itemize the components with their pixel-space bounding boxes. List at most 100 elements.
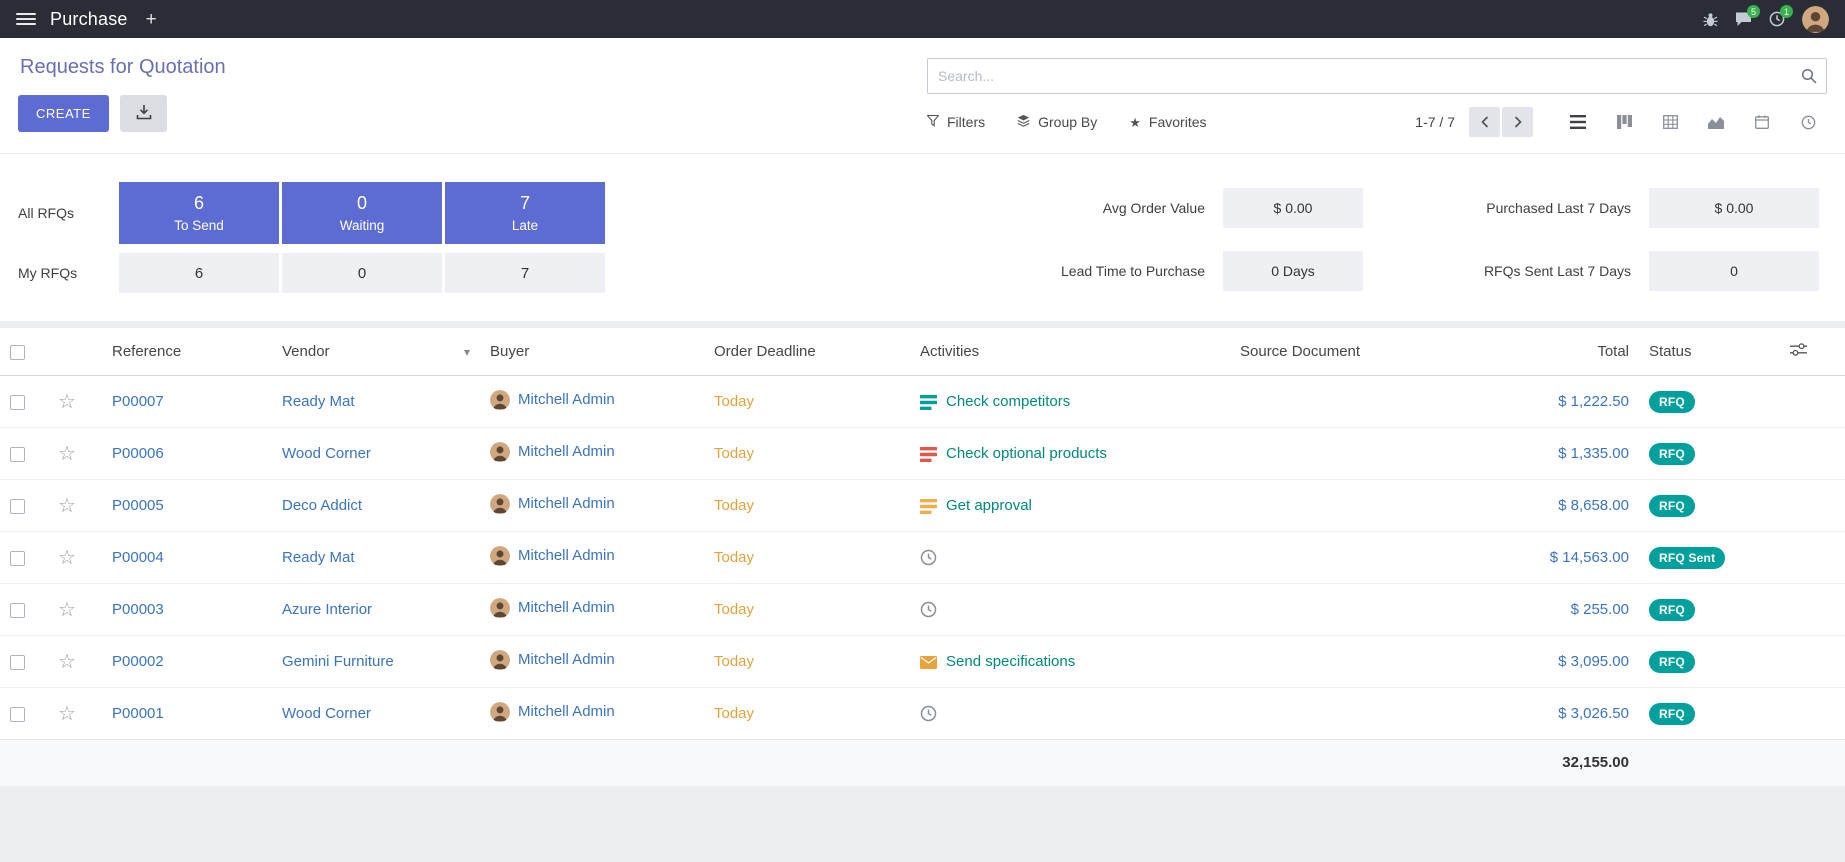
activity-clock-icon[interactable] xyxy=(920,705,937,722)
activity-list-icon[interactable] xyxy=(920,499,937,514)
pager-previous-button[interactable] xyxy=(1469,107,1500,137)
dash-late[interactable]: 7 Late xyxy=(445,182,605,244)
header-total[interactable]: Total xyxy=(1440,328,1639,376)
table-row[interactable]: ☆P00001Wood CornerMitchell AdminToday$ 3… xyxy=(0,688,1845,740)
activity-envelope-icon[interactable] xyxy=(920,656,937,669)
dash-waiting[interactable]: 0 Waiting xyxy=(282,182,442,244)
table-row[interactable]: ☆P00006Wood CornerMitchell AdminTodayChe… xyxy=(0,428,1845,480)
graph-view-icon[interactable] xyxy=(1697,107,1735,137)
favorite-star-icon[interactable]: ☆ xyxy=(58,547,76,569)
row-checkbox[interactable] xyxy=(10,447,25,462)
reference-link[interactable]: P00004 xyxy=(112,549,164,566)
activity-list-icon[interactable] xyxy=(920,395,937,410)
app-title[interactable]: Purchase xyxy=(50,9,128,30)
favorite-star-icon[interactable]: ☆ xyxy=(58,651,76,673)
reference-link[interactable]: P00005 xyxy=(112,497,164,514)
calendar-view-icon[interactable] xyxy=(1743,107,1781,137)
favorite-star-icon[interactable]: ☆ xyxy=(58,495,76,517)
header-activities[interactable]: Activities xyxy=(910,328,1230,376)
row-checkbox[interactable] xyxy=(10,655,25,670)
buyer-link[interactable]: Mitchell Admin xyxy=(518,703,615,720)
plus-icon[interactable]: + xyxy=(146,10,157,29)
vendor-link[interactable]: Gemini Furniture xyxy=(282,653,394,670)
buyer-link[interactable]: Mitchell Admin xyxy=(518,651,615,668)
row-checkbox[interactable] xyxy=(10,395,25,410)
stat-value: $ 0.00 xyxy=(1649,188,1819,228)
header-reference[interactable]: Reference xyxy=(102,328,272,376)
group-by-button[interactable]: Group By xyxy=(1017,114,1097,130)
reference-link[interactable]: P00001 xyxy=(112,705,164,722)
vendor-link[interactable]: Azure Interior xyxy=(282,601,372,618)
pager: 1-7 / 7 xyxy=(1415,107,1533,137)
optional-columns-icon[interactable] xyxy=(1790,343,1807,356)
activities-clock-icon[interactable]: 1 xyxy=(1769,11,1785,27)
pager-next-button[interactable] xyxy=(1502,107,1533,137)
reference-link[interactable]: P00003 xyxy=(112,601,164,618)
buyer-link[interactable]: Mitchell Admin xyxy=(518,547,615,564)
search-icon[interactable] xyxy=(1801,68,1817,89)
table-row[interactable]: ☆P00005Deco AddictMitchell AdminTodayGet… xyxy=(0,480,1845,532)
reference-link[interactable]: P00007 xyxy=(112,393,164,410)
reference-link[interactable]: P00002 xyxy=(112,653,164,670)
favorite-star-icon[interactable]: ☆ xyxy=(58,443,76,465)
header-status[interactable]: Status xyxy=(1639,328,1759,376)
row-checkbox[interactable] xyxy=(10,551,25,566)
row-checkbox[interactable] xyxy=(10,499,25,514)
row-checkbox[interactable] xyxy=(10,603,25,618)
table-row[interactable]: ☆P00007Ready MatMitchell AdminTodayCheck… xyxy=(0,376,1845,428)
favorite-star-icon[interactable]: ☆ xyxy=(58,599,76,621)
header-source-document[interactable]: Source Document xyxy=(1230,328,1440,376)
download-icon xyxy=(136,104,152,123)
activity-view-icon[interactable] xyxy=(1789,107,1827,137)
reference-link[interactable]: P00006 xyxy=(112,445,164,462)
header-buyer[interactable]: Buyer xyxy=(480,328,704,376)
buyer-link[interactable]: Mitchell Admin xyxy=(518,599,615,616)
table-row[interactable]: ☆P00003Azure InteriorMitchell AdminToday… xyxy=(0,584,1845,636)
apps-menu-icon[interactable] xyxy=(16,13,36,25)
vendor-link[interactable]: Ready Mat xyxy=(282,393,355,410)
debug-bug-icon[interactable] xyxy=(1703,12,1718,27)
table-row[interactable]: ☆P00004Ready MatMitchell AdminToday$ 14,… xyxy=(0,532,1845,584)
user-avatar[interactable] xyxy=(1802,6,1829,33)
favorite-cell: ☆ xyxy=(48,480,102,532)
row-checkbox[interactable] xyxy=(10,707,25,722)
footer-total: 32,155.00 xyxy=(1440,740,1639,786)
favorites-button[interactable]: ★ Favorites xyxy=(1129,114,1206,130)
vendor-link[interactable]: Deco Addict xyxy=(282,497,362,514)
favorite-star-icon[interactable]: ☆ xyxy=(58,703,76,725)
kanban-view-icon[interactable] xyxy=(1605,107,1643,137)
search-input[interactable] xyxy=(927,58,1827,94)
filters-button[interactable]: Filters xyxy=(927,114,985,130)
header-order-deadline[interactable]: Order Deadline xyxy=(704,328,910,376)
vendor-link[interactable]: Ready Mat xyxy=(282,549,355,566)
activity-clock-icon[interactable] xyxy=(920,601,937,618)
activity-label[interactable]: Send specifications xyxy=(946,653,1075,670)
source-document-cell xyxy=(1230,636,1440,688)
vendor-link[interactable]: Wood Corner xyxy=(282,445,371,462)
dash-my-waiting[interactable]: 0 xyxy=(282,253,442,293)
activity-label[interactable]: Check optional products xyxy=(946,445,1107,462)
table-row[interactable]: ☆ P00002 Gemini Furniture Mitchell Admin Tod… xyxy=(0,636,1845,688)
buyer-link[interactable]: Mitchell Admin xyxy=(518,443,615,460)
buyer-link[interactable]: Mitchell Admin xyxy=(518,495,615,512)
activity-clock-icon[interactable] xyxy=(920,549,937,566)
activity-label[interactable]: Check competitors xyxy=(946,393,1070,410)
dash-my-late[interactable]: 7 xyxy=(445,253,605,293)
order-deadline: Today xyxy=(714,653,754,670)
top-navbar: Purchase + 5 1 xyxy=(0,0,1845,38)
favorite-star-icon[interactable]: ☆ xyxy=(58,391,76,413)
messages-icon[interactable]: 5 xyxy=(1735,11,1752,27)
export-button[interactable] xyxy=(120,95,167,132)
header-vendor[interactable]: Vendor▾ xyxy=(272,328,480,376)
list-view-icon[interactable] xyxy=(1559,107,1597,137)
dash-my-to-send[interactable]: 6 xyxy=(119,253,279,293)
vendor-link[interactable]: Wood Corner xyxy=(282,705,371,722)
buyer-link[interactable]: Mitchell Admin xyxy=(518,391,615,408)
activity-label[interactable]: Get approval xyxy=(946,497,1032,514)
dash-to-send[interactable]: 6 To Send xyxy=(119,182,279,244)
select-all-checkbox[interactable] xyxy=(10,345,25,360)
activity-list-icon[interactable] xyxy=(920,447,937,462)
all-rfqs-label: All RFQs xyxy=(18,205,116,221)
pivot-view-icon[interactable] xyxy=(1651,107,1689,137)
create-button[interactable]: CREATE xyxy=(18,95,109,132)
